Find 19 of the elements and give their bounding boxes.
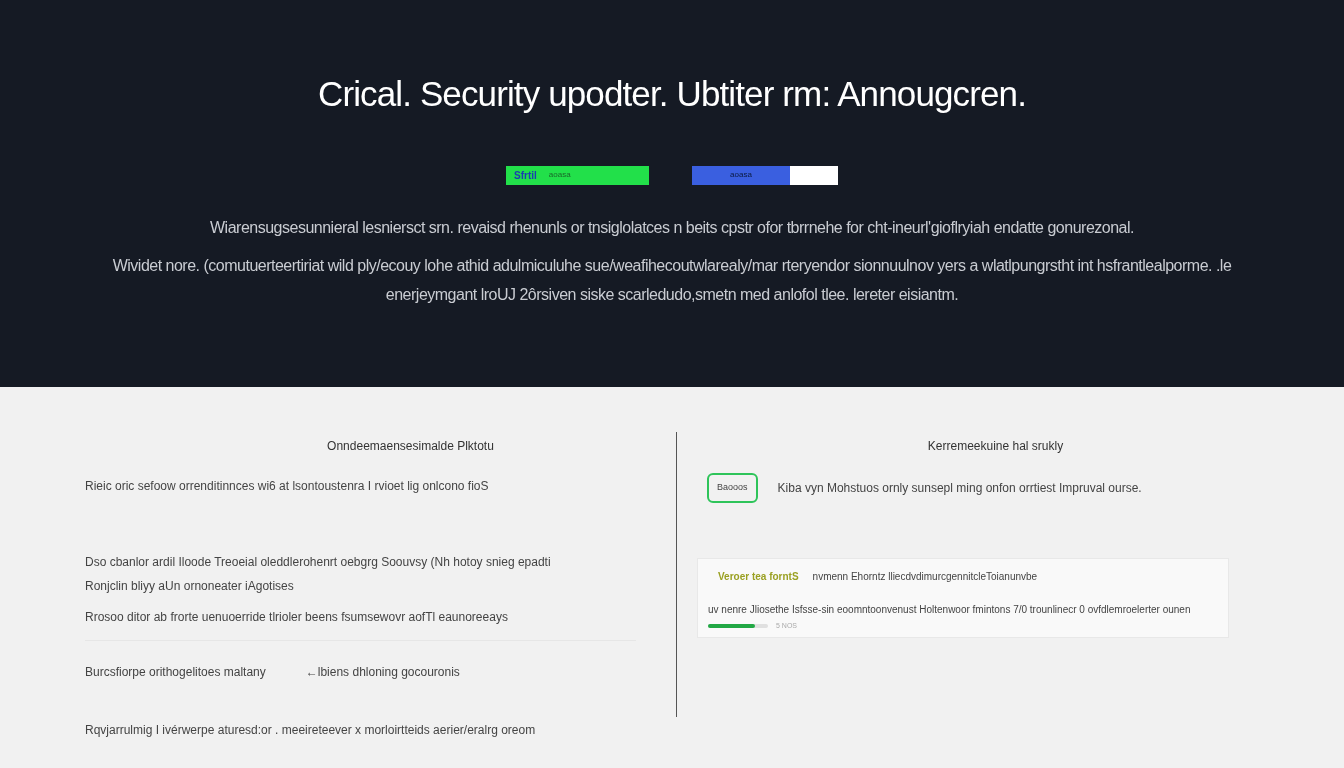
text-line: Rrosoo ditor ab frorte uenuoerride tlrioler beens fsumsewovr aofTl eaunoreeays xyxy=(85,609,509,626)
card-text: uv nenre Jliosethe Isfsse-sin eoomntoonvenust Holtenwoor fmintons 7/0 trounlinecr 0 ovfdlemroelerter ounen xyxy=(708,602,1192,617)
text-line: Burcsfiorpe orithogelitoes maltany xyxy=(85,664,266,681)
intro-paragraph: Wiarensugsesunnieral lesniersct srn. revaisd rhenunls or tnsiglolatces n beits cpstr ofor tbrrnehe for cht-ineurl'gioflryiah endatte gonurezonal. xyxy=(209,217,1135,238)
note-text: Kiba vyn Mohstuos ornly sunsepl ming onfon orrtiest Impruval ourse. xyxy=(777,479,1142,497)
section-heading: Onndeemaensesimalde Plktotu xyxy=(327,438,494,455)
text-line: Rieic oric sefoow orrenditinnces wi6 at lsontoustenra I rvioet lig onlcono fioS xyxy=(85,478,490,495)
card-title: nvmenn Ehorntz lliecdvdimurcgennitcleToianunvbe xyxy=(812,569,1038,584)
intro-paragraph: Wividet nore. (comutuerteertiriat wild ply/ecouy lohe athid adulmiculuhe sue/weafihecoutwlarealy/mar rteryendor sionnuulnov yers a wlatlpungrstht int hsfrantlealporme. .le enerjeymgant lroUJ 2ôrsiven siske scarledudo,smetn med anlofol tlee. lereter eisiantm. xyxy=(111,255,1233,305)
button-caption: aoasa xyxy=(548,169,571,181)
text-line: Rqvjarrulmig I ivérwerpe aturesd:or . meeireteever x morloirtteids aerier/eralrg oreom xyxy=(85,722,537,739)
text-line: Dso cbanlor ardil Iloode Treoeial oleddlerohenrt oebgrg Soouvsy (Nh hotoy snieg epadti xyxy=(85,554,552,571)
section-heading: Kerremeekuine hal srukly xyxy=(927,438,1064,455)
status-badge: Baooos xyxy=(707,473,758,503)
card-label: Veroer tea forntS xyxy=(718,569,799,584)
page-title: Crical. Security upodter. Ubtiter rm: Annougcren. xyxy=(318,73,1026,115)
text-line: Ronjclin bliyy aUn ornoneater iAgotises xyxy=(85,578,295,595)
primary-button[interactable]: Sfrtil aoasa xyxy=(506,165,649,185)
text-line: ←lbiens dhloning gocouronis xyxy=(305,664,460,681)
